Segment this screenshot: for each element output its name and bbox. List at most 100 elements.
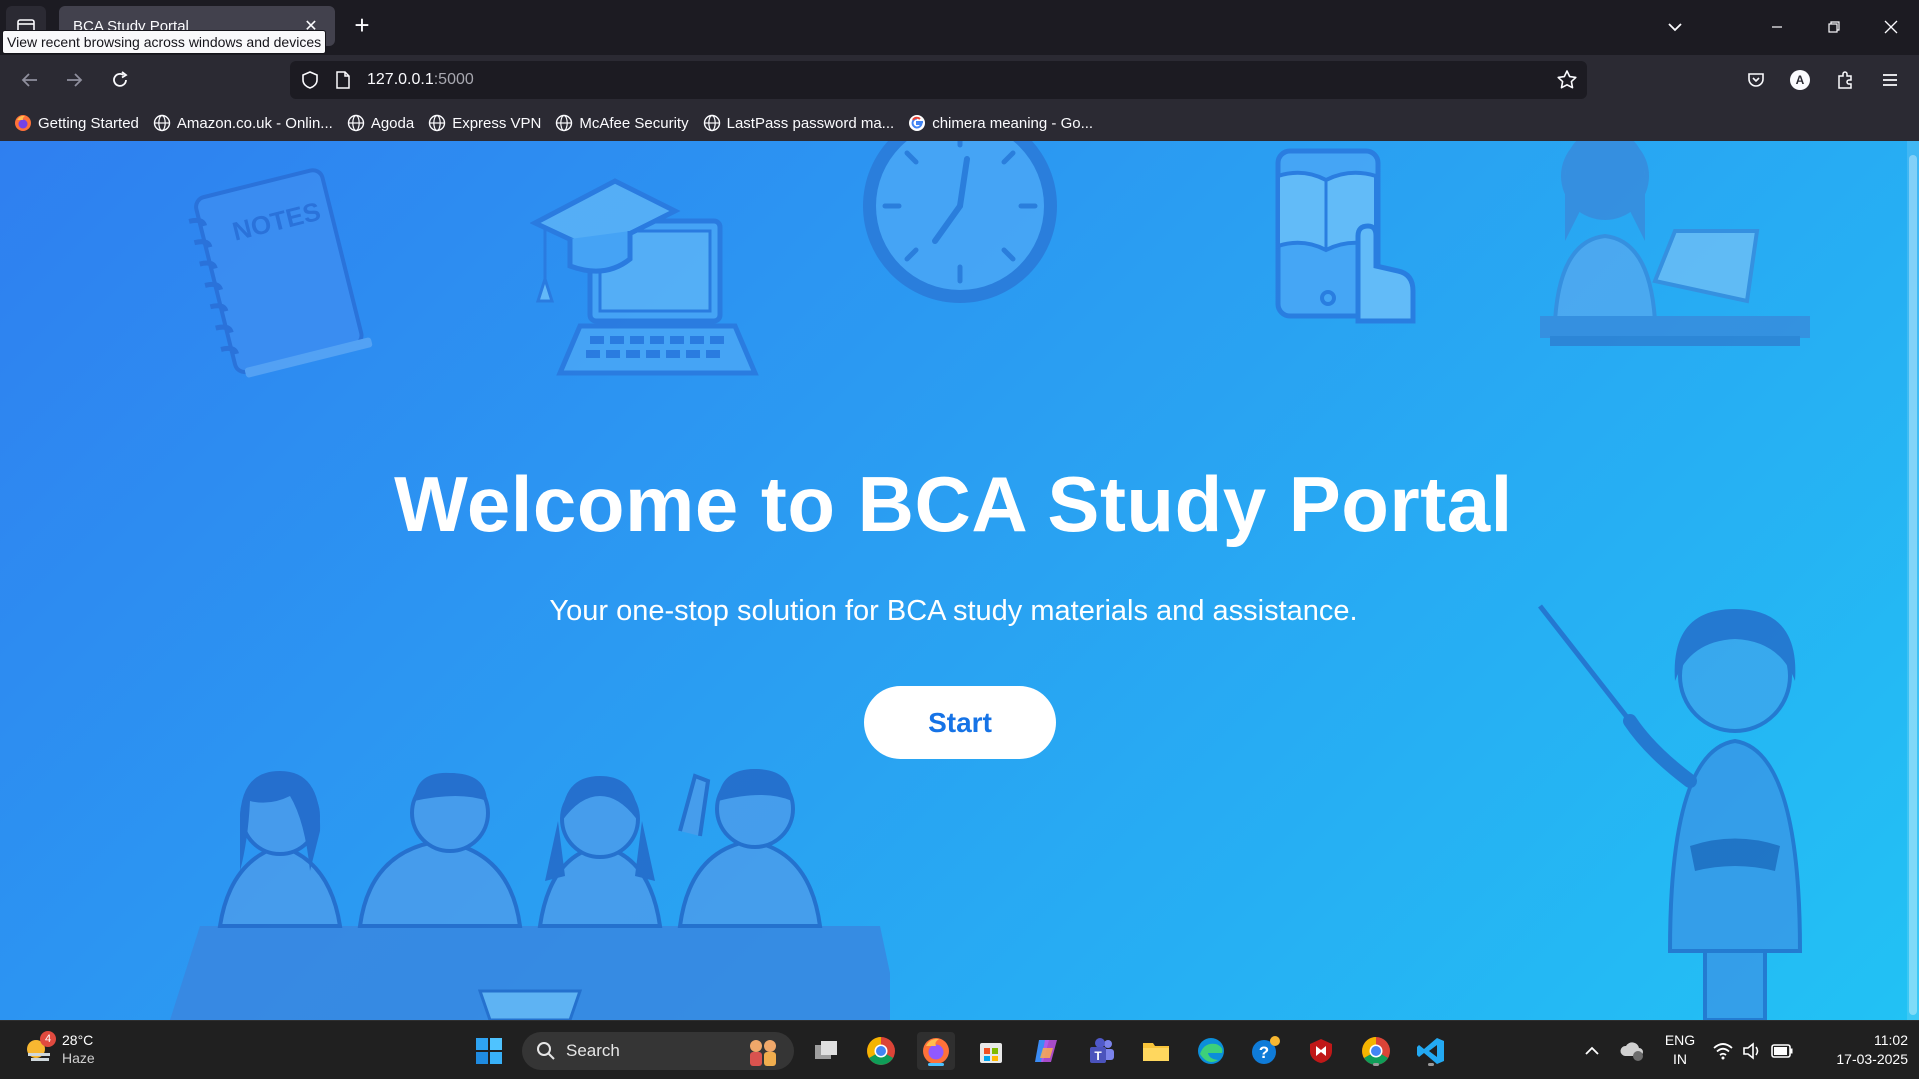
page-subtitle: Your one-stop solution for BCA study mat… <box>549 595 1358 627</box>
teams-icon: T <box>1090 1038 1114 1063</box>
clock-illustration <box>863 141 1057 303</box>
browser-tab-bar: BCA Study Portal ✕ View recent browsing … <box>0 0 1919 55</box>
bookmark-label: McAfee Security <box>579 114 689 132</box>
account-button[interactable]: A <box>1784 64 1816 96</box>
reload-button[interactable] <box>104 64 136 96</box>
clock-time: 11:02 <box>1874 1032 1908 1048</box>
vertical-scrollbar[interactable] <box>1907 141 1919 1020</box>
language-indicator[interactable]: ENG IN <box>1660 1031 1700 1069</box>
teacher-illustration <box>1538 604 1803 1020</box>
onedrive-button[interactable] <box>1613 1032 1651 1070</box>
windows-logo-icon <box>476 1038 502 1064</box>
bookmark-mcafee[interactable]: McAfee Security <box>555 109 689 137</box>
weather-temperature: 28°C <box>62 1032 94 1048</box>
taskbar-copilot[interactable] <box>1027 1032 1065 1070</box>
page-title: Welcome to BCA Study Portal <box>394 460 1513 548</box>
app-menu-button[interactable] <box>1874 64 1906 96</box>
minimize-button[interactable] <box>1754 10 1800 44</box>
start-button[interactable]: Start <box>864 686 1056 759</box>
arrow-right-icon <box>67 73 83 87</box>
quick-settings-button[interactable] <box>1708 1032 1798 1070</box>
bookmark-label: LastPass password ma... <box>726 114 895 132</box>
student-laptop-illustration <box>1540 141 1810 346</box>
weather-widget[interactable]: 4 28°C Haze <box>22 1031 95 1067</box>
cloud-sync-icon <box>1620 1042 1643 1061</box>
firefox-icon <box>14 114 32 132</box>
globe-icon <box>428 114 446 132</box>
copilot-icon <box>1035 1040 1057 1062</box>
new-tab-button[interactable]: + <box>348 12 376 40</box>
reload-icon <box>113 71 128 87</box>
chrome-icon <box>1362 1037 1390 1065</box>
taskbar-teams[interactable]: T <box>1082 1032 1120 1070</box>
taskbar-edge[interactable] <box>1192 1032 1230 1070</box>
bookmark-agoda[interactable]: Agoda <box>347 109 414 137</box>
search-placeholder: Search <box>566 1041 620 1060</box>
running-indicator <box>1428 1063 1434 1066</box>
forward-button[interactable] <box>58 64 90 96</box>
bookmark-express-vpn[interactable]: Express VPN <box>428 109 541 137</box>
bookmark-label: Getting Started <box>38 114 139 132</box>
restore-button[interactable] <box>1811 10 1857 44</box>
shield-icon[interactable] <box>300 70 320 90</box>
notebook-illustration: NOTES <box>188 168 373 378</box>
show-hidden-icons-button[interactable] <box>1573 1032 1611 1070</box>
bookmark-label: Express VPN <box>452 114 542 132</box>
taskbar-search[interactable]: Search <box>522 1032 794 1070</box>
taskbar-file-explorer[interactable] <box>1137 1032 1175 1070</box>
back-button[interactable] <box>14 64 46 96</box>
globe-icon <box>153 114 171 132</box>
list-all-tabs-button[interactable] <box>1652 10 1698 44</box>
puzzle-icon <box>1838 71 1852 89</box>
arrow-left-icon <box>21 73 37 87</box>
taskbar-store[interactable] <box>972 1032 1010 1070</box>
scrollbar-thumb[interactable] <box>1909 155 1917 1015</box>
taskbar-chrome-2[interactable] <box>1357 1032 1395 1070</box>
bookmark-chimera[interactable]: chimera meaning - Go... <box>908 109 1093 137</box>
tooltip: View recent browsing across windows and … <box>2 30 327 54</box>
bookmark-label: Agoda <box>370 114 415 132</box>
language-region: IN <box>1673 1051 1687 1067</box>
windows-taskbar: 4 28°C Haze Search T ? ENG IN 11:02 17-0… <box>0 1020 1919 1079</box>
chevron-down-icon <box>1668 23 1682 32</box>
hamburger-menu-icon <box>1883 74 1897 86</box>
taskbar-vscode[interactable] <box>1412 1032 1450 1070</box>
taskbar-get-help[interactable]: ? <box>1247 1032 1285 1070</box>
url-text[interactable]: 127.0.0.1:5000 <box>367 71 474 89</box>
globe-icon <box>703 114 721 132</box>
google-icon <box>908 114 926 132</box>
task-view-button[interactable] <box>807 1032 845 1070</box>
bookmark-amazon[interactable]: Amazon.co.uk - Onlin... <box>153 109 333 137</box>
taskbar-mcafee[interactable] <box>1302 1032 1340 1070</box>
avatar: A <box>1790 70 1810 90</box>
pocket-button[interactable] <box>1740 64 1772 96</box>
wifi-icon <box>1713 1043 1733 1060</box>
bookmark-getting-started[interactable]: Getting Started <box>14 109 139 137</box>
extensions-button[interactable] <box>1829 64 1861 96</box>
weather-badge: 4 <box>40 1031 56 1047</box>
weather-sun-icon: 4 <box>22 1031 56 1065</box>
laptop-graduation-illustration <box>530 178 759 376</box>
address-bar[interactable]: 127.0.0.1:5000 <box>290 61 1587 99</box>
bookmark-lastpass[interactable]: LastPass password ma... <box>703 109 895 137</box>
start-menu-button[interactable] <box>470 1032 508 1070</box>
url-port: :5000 <box>433 71 474 88</box>
url-host: 127.0.0.1 <box>367 71 434 88</box>
svg-text:T: T <box>1094 1049 1102 1063</box>
vscode-icon <box>1417 1038 1444 1064</box>
taskbar-chrome[interactable] <box>862 1032 900 1070</box>
globe-icon <box>555 114 573 132</box>
bookmark-star-icon[interactable] <box>1555 68 1579 92</box>
search-highlight-icon <box>750 1040 776 1066</box>
page-icon[interactable] <box>334 70 352 90</box>
battery-icon <box>1771 1044 1793 1058</box>
students-group-illustration <box>170 769 890 1020</box>
weather-condition: Haze <box>62 1050 95 1066</box>
taskbar-firefox[interactable] <box>917 1032 955 1070</box>
store-icon <box>980 1043 1002 1063</box>
globe-icon <box>347 114 365 132</box>
close-window-button[interactable] <box>1868 10 1914 44</box>
running-indicator <box>1373 1063 1379 1066</box>
firefox-icon <box>923 1038 949 1064</box>
clock-widget[interactable]: 11:02 17-03-2025 <box>1812 1031 1908 1069</box>
